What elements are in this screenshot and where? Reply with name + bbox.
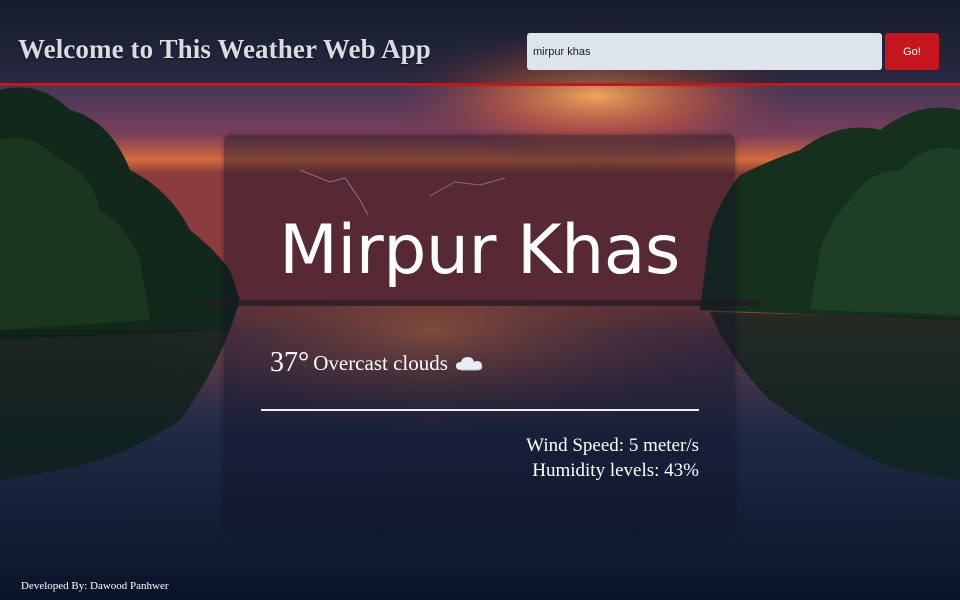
wind-speed: Wind Speed: 5 meter/s — [526, 435, 699, 456]
divider — [261, 409, 699, 411]
weather-card: Mirpur Khas 37° Overcast clouds Wind Spe… — [224, 135, 735, 535]
footer-credit: Developed By: Dawood Panhwer — [21, 580, 169, 592]
conditions-row: 37° Overcast clouds — [270, 347, 483, 379]
city-search-input[interactable] — [527, 33, 882, 70]
weather-description: Overcast clouds — [313, 350, 448, 375]
temperature: 37° — [270, 347, 310, 378]
app-title: Welcome to This Weather Web App — [18, 34, 431, 64]
humidity: Humidity levels: 43% — [532, 460, 699, 481]
weather-details: Wind Speed: 5 meter/s Humidity levels: 4… — [526, 433, 699, 483]
app-header: Welcome to This Weather Web App Go! — [0, 0, 960, 86]
go-button[interactable]: Go! — [885, 33, 939, 70]
city-name: Mirpur Khas — [279, 211, 680, 290]
cloud-icon — [455, 354, 483, 372]
